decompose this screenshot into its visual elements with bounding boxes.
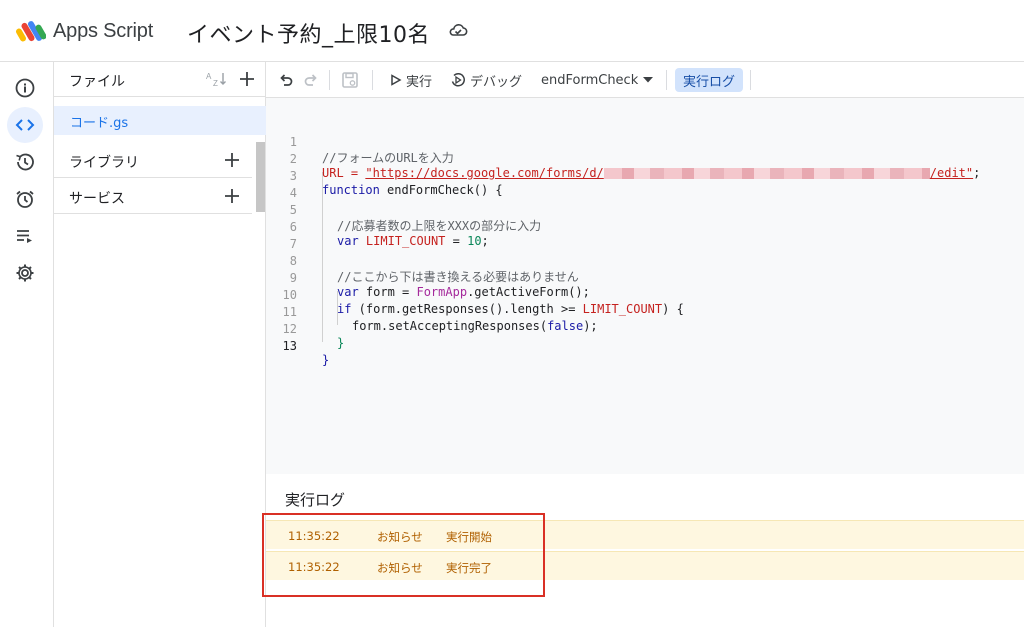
alarm-trigger-icon [16,190,34,208]
add-service-plus-icon[interactable] [223,187,241,205]
toolbar-divider [372,70,373,90]
code-text: } [322,353,330,367]
editor-button[interactable] [7,107,43,143]
code-line: 5 //応募者数の上限をXXXの部分に入力 [266,189,1024,233]
libraries-section[interactable]: ライブラリ [54,142,252,178]
undo-icon [280,74,293,86]
function-select[interactable]: endFormCheck [541,62,654,98]
code-line: 12 } [266,308,1024,350]
redo-icon [304,74,317,86]
top-bar: Apps Script イベント予約_上限10名 [0,0,1024,62]
undo-button[interactable] [278,62,294,98]
settings-button[interactable] [7,255,43,291]
history-icon [16,153,34,171]
code-line: 8 //ここから下は書き換える必要はありません [266,240,1024,284]
add-library-plus-icon[interactable] [223,151,241,169]
code-line: 3 function endFormCheck() { [266,155,1024,197]
project-title[interactable]: イベント予約_上限10名 [187,17,430,49]
add-file-plus-icon[interactable] [238,70,256,88]
editor-toolbar: 実行 デバッグ endFormCheck 実行ログ [266,62,1024,98]
code-icon [15,119,35,131]
left-nav-rail [0,62,54,627]
run-button[interactable]: 実行 [390,62,432,98]
toolbar-divider [750,70,751,90]
info-icon [15,78,35,98]
code-line: 13 } [266,325,1024,367]
code-line: 7 [266,223,1024,251]
save-button[interactable] [341,62,359,98]
cloud-saved-icon [449,24,468,36]
execution-log-button[interactable]: 実行ログ [675,68,744,92]
files-scrollbar[interactable] [256,142,265,212]
file-name: コード.gs [70,116,129,131]
code-line: 6 var LIMIT_COUNT = 10; [266,206,1024,248]
toolbar-divider [329,70,330,90]
debug-label: デバッグ [470,74,523,90]
svg-text:Z: Z [213,79,218,88]
executions-button[interactable] [7,218,43,254]
execution-log-title: 実行ログ [285,491,346,509]
dropdown-arrow-icon [643,77,654,83]
run-label: 実行 [406,74,433,90]
file-item-code-gs[interactable]: コード.gs [54,106,266,135]
code-line: 11 form.setAcceptingResponses(false); [266,291,1024,333]
services-label: サービス [69,191,125,207]
code-line: 4 [266,172,1024,200]
code-line: 10 if (form.getResponses().length >= LIM… [266,274,1024,316]
code-line: 2 URL = "https://docs.google.com/forms/d… [266,138,1024,180]
app-name[interactable]: Apps Script [53,20,153,43]
play-icon [391,74,402,86]
toolbar-divider [666,70,667,90]
redo-button[interactable] [303,62,319,98]
overview-button[interactable] [7,70,43,106]
executions-icon [17,230,32,243]
services-section[interactable]: サービス [54,178,252,214]
settings-gear-icon [16,264,34,282]
history-button[interactable] [7,144,43,180]
files-panel: ファイル A Z コード.gs ライブラリ サービス [54,62,266,627]
files-title: ファイル [69,74,125,90]
apps-script-logo-icon[interactable] [16,18,46,44]
sort-az-icon[interactable]: A Z [206,70,228,88]
files-header: ファイル A Z [54,62,265,97]
libraries-label: ライブラリ [69,155,139,171]
triggers-button[interactable] [7,181,43,217]
code-line: 9 var form = FormApp.getActiveForm(); [266,257,1024,299]
red-highlight-annotation [262,513,545,597]
code-line: 1 //フォームのURLを入力 [266,121,1024,165]
debug-button[interactable]: デバッグ [450,62,522,98]
save-disk-icon [342,72,358,88]
line-number: 13 [282,339,297,353]
debug-icon [451,73,465,87]
svg-text:A: A [206,72,212,81]
execution-log-label: 実行ログ [683,74,736,90]
function-select-value: endFormCheck [541,72,639,88]
code-editor[interactable]: 1 //フォームのURLを入力 2 URL = "https://docs.go… [266,98,1024,474]
